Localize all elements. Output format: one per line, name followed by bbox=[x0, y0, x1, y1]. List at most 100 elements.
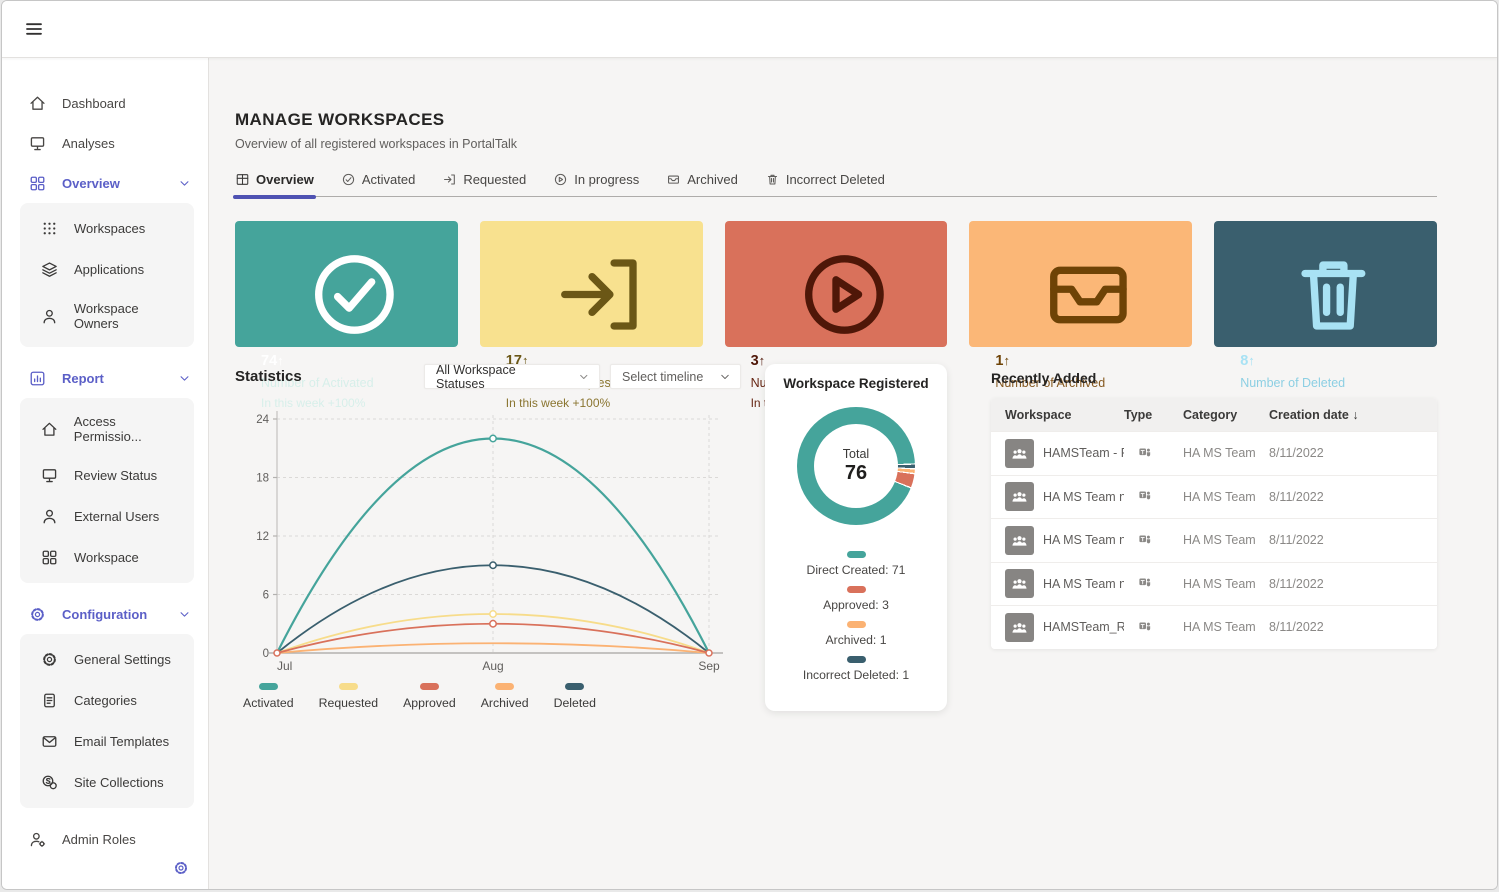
svg-text:24: 24 bbox=[256, 414, 269, 426]
sidebar-item-applications[interactable]: Applications bbox=[20, 249, 194, 290]
legend-item[interactable]: Approved bbox=[403, 683, 456, 710]
chevron-down-icon bbox=[718, 370, 732, 384]
sort-down-icon: ↓ bbox=[1352, 408, 1358, 422]
donut-legend-label: Incorrect Deleted: 1 bbox=[803, 668, 909, 682]
svg-text:0: 0 bbox=[263, 648, 269, 660]
sidebar-section-report[interactable]: Report bbox=[2, 359, 208, 396]
avatar bbox=[1005, 613, 1034, 642]
stat-cards-row: 74↑ Number of Activated In this week +10… bbox=[235, 221, 1437, 347]
sidebar-item-external-users[interactable]: External Users bbox=[20, 496, 194, 537]
tab-in-progress[interactable]: In progress bbox=[553, 172, 639, 196]
workspace-name: HA MS Team n bbox=[1043, 490, 1124, 504]
home-icon bbox=[40, 420, 59, 439]
donut-legend-item: Approved: 3 bbox=[775, 586, 937, 612]
tab-incorrect-deleted[interactable]: Incorrect Deleted bbox=[765, 172, 885, 196]
donut-legend-item: Archived: 1 bbox=[775, 621, 937, 647]
legend-color-chip bbox=[847, 551, 866, 558]
sidebar-item-label: Site Collections bbox=[74, 775, 164, 790]
grid-icon bbox=[28, 174, 47, 193]
sidebar-item-label: Analyses bbox=[62, 136, 115, 151]
sidebar-item-general-settings[interactable]: General Settings bbox=[20, 639, 194, 680]
table-row[interactable]: HA MS Team n HA MS Team 8/11/2022 bbox=[991, 562, 1437, 606]
legend-item[interactable]: Archived bbox=[481, 683, 529, 710]
layers-icon bbox=[40, 260, 59, 279]
sidebar-item-access-permissions[interactable]: Access Permissio... bbox=[20, 403, 194, 455]
svg-text:Jul: Jul bbox=[277, 659, 292, 673]
sidebar-item-label: Applications bbox=[74, 262, 144, 277]
sidebar-item-workspace-owners[interactable]: Workspace Owners bbox=[20, 290, 194, 342]
chevron-down-icon bbox=[577, 370, 591, 384]
sidebar-item-admin-roles[interactable]: Admin Roles bbox=[2, 820, 208, 859]
sidebar-item-dashboard[interactable]: Dashboard bbox=[2, 84, 208, 123]
legend-label: Requested bbox=[319, 696, 378, 710]
legend-item[interactable]: Deleted bbox=[554, 683, 596, 710]
timeline-filter-select[interactable]: Select timeline bbox=[610, 364, 741, 389]
envelope-icon bbox=[40, 732, 59, 751]
sidebar-item-analyses[interactable]: Analyses bbox=[2, 124, 208, 163]
column-header-category[interactable]: Category bbox=[1183, 408, 1269, 422]
tab-overview[interactable]: Overview bbox=[235, 172, 314, 196]
sign-in-icon bbox=[506, 242, 693, 347]
table-row[interactable]: HAMSTeam - F HA MS Team 8/11/2022 bbox=[991, 431, 1437, 475]
workspace-name: HAMSTeam - F bbox=[1043, 446, 1124, 460]
home-icon bbox=[28, 94, 47, 113]
main-content: MANAGE WORKSPACES Overview of all regist… bbox=[209, 58, 1497, 889]
sidebar-item-review-status[interactable]: Review Status bbox=[20, 455, 194, 496]
recently-added-title: Recently Added bbox=[991, 370, 1437, 386]
check-circle-icon bbox=[261, 242, 448, 347]
avatar bbox=[1005, 482, 1034, 511]
svg-text:Aug: Aug bbox=[482, 659, 503, 673]
sidebar-item-label: Categories bbox=[74, 693, 137, 708]
statistics-section: Statistics All Workspace Statuses Select… bbox=[235, 364, 741, 710]
tab-activated[interactable]: Activated bbox=[341, 172, 415, 196]
legend-label: Approved bbox=[403, 696, 456, 710]
gear-icon bbox=[40, 650, 59, 669]
column-header-workspace[interactable]: Workspace bbox=[1005, 408, 1124, 422]
legend-item[interactable]: Requested bbox=[319, 683, 378, 710]
column-label: Creation date bbox=[1269, 408, 1349, 422]
sign-in-icon bbox=[442, 172, 457, 187]
page-subtitle: Overview of all registered workspaces in… bbox=[235, 137, 1472, 151]
sidebar-item-site-collections[interactable]: Site Collections bbox=[20, 762, 194, 803]
sidebar-section-configuration[interactable]: Configuration bbox=[2, 595, 208, 632]
column-header-type[interactable]: Type bbox=[1124, 408, 1183, 422]
sidebar-item-email-templates[interactable]: Email Templates bbox=[20, 721, 194, 762]
table-row[interactable]: HA MS Team n HA MS Team 8/11/2022 bbox=[991, 518, 1437, 562]
column-header-creation-date[interactable]: Creation date ↓ bbox=[1269, 408, 1437, 422]
sidebar-item-workspace[interactable]: Workspace bbox=[20, 537, 194, 578]
legend-item[interactable]: Activated bbox=[243, 683, 294, 710]
creation-date: 8/11/2022 bbox=[1269, 490, 1437, 504]
workspace-category: HA MS Team bbox=[1183, 446, 1269, 460]
workspace-registered-card: Workspace Registered Total 76 Direct Cre… bbox=[765, 364, 947, 711]
tab-archived[interactable]: Archived bbox=[666, 172, 738, 196]
sidebar-item-label: General Settings bbox=[74, 652, 171, 667]
workspace-status-filter-select[interactable]: All Workspace Statuses bbox=[424, 364, 600, 389]
stat-card-activated: 74↑ Number of Activated In this week +10… bbox=[235, 221, 458, 347]
hamburger-menu-icon[interactable] bbox=[24, 19, 44, 39]
donut-legend-label: Direct Created: 71 bbox=[807, 563, 906, 577]
teams-type-icon bbox=[1138, 488, 1152, 502]
tab-label: Archived bbox=[687, 172, 738, 187]
sidebar-item-categories[interactable]: Categories bbox=[20, 680, 194, 721]
creation-date: 8/11/2022 bbox=[1269, 533, 1437, 547]
people-icon bbox=[1010, 618, 1029, 637]
avatar bbox=[1005, 526, 1034, 555]
play-circle-icon bbox=[553, 172, 568, 187]
up-arrow-icon: ↑ bbox=[759, 353, 766, 368]
sidebar-item-workspaces[interactable]: Workspaces bbox=[20, 208, 194, 249]
settings-gear-icon[interactable] bbox=[172, 859, 190, 877]
sidebar-section-overview[interactable]: Overview bbox=[2, 164, 208, 201]
select-value: All Workspace Statuses bbox=[436, 363, 563, 391]
donut-legend-item: Incorrect Deleted: 1 bbox=[775, 656, 937, 682]
tab-requested[interactable]: Requested bbox=[442, 172, 526, 196]
table-row[interactable]: HA MS Team n HA MS Team 8/11/2022 bbox=[991, 475, 1437, 519]
workspace-category: HA MS Team bbox=[1183, 620, 1269, 634]
report-subgroup: Access Permissio... Review Status Extern… bbox=[20, 398, 194, 583]
people-icon bbox=[1010, 531, 1029, 550]
table-row[interactable]: HAMSTeam_Re HA MS Team 8/11/2022 bbox=[991, 605, 1437, 649]
donut-title: Workspace Registered bbox=[775, 376, 937, 391]
legend-color-chip bbox=[847, 621, 866, 628]
recently-added-table: Workspace Type Category Creation date ↓ … bbox=[991, 398, 1437, 649]
svg-text:6: 6 bbox=[263, 590, 269, 602]
recently-added-section: Recently Added Workspace Type Category C… bbox=[991, 364, 1437, 649]
